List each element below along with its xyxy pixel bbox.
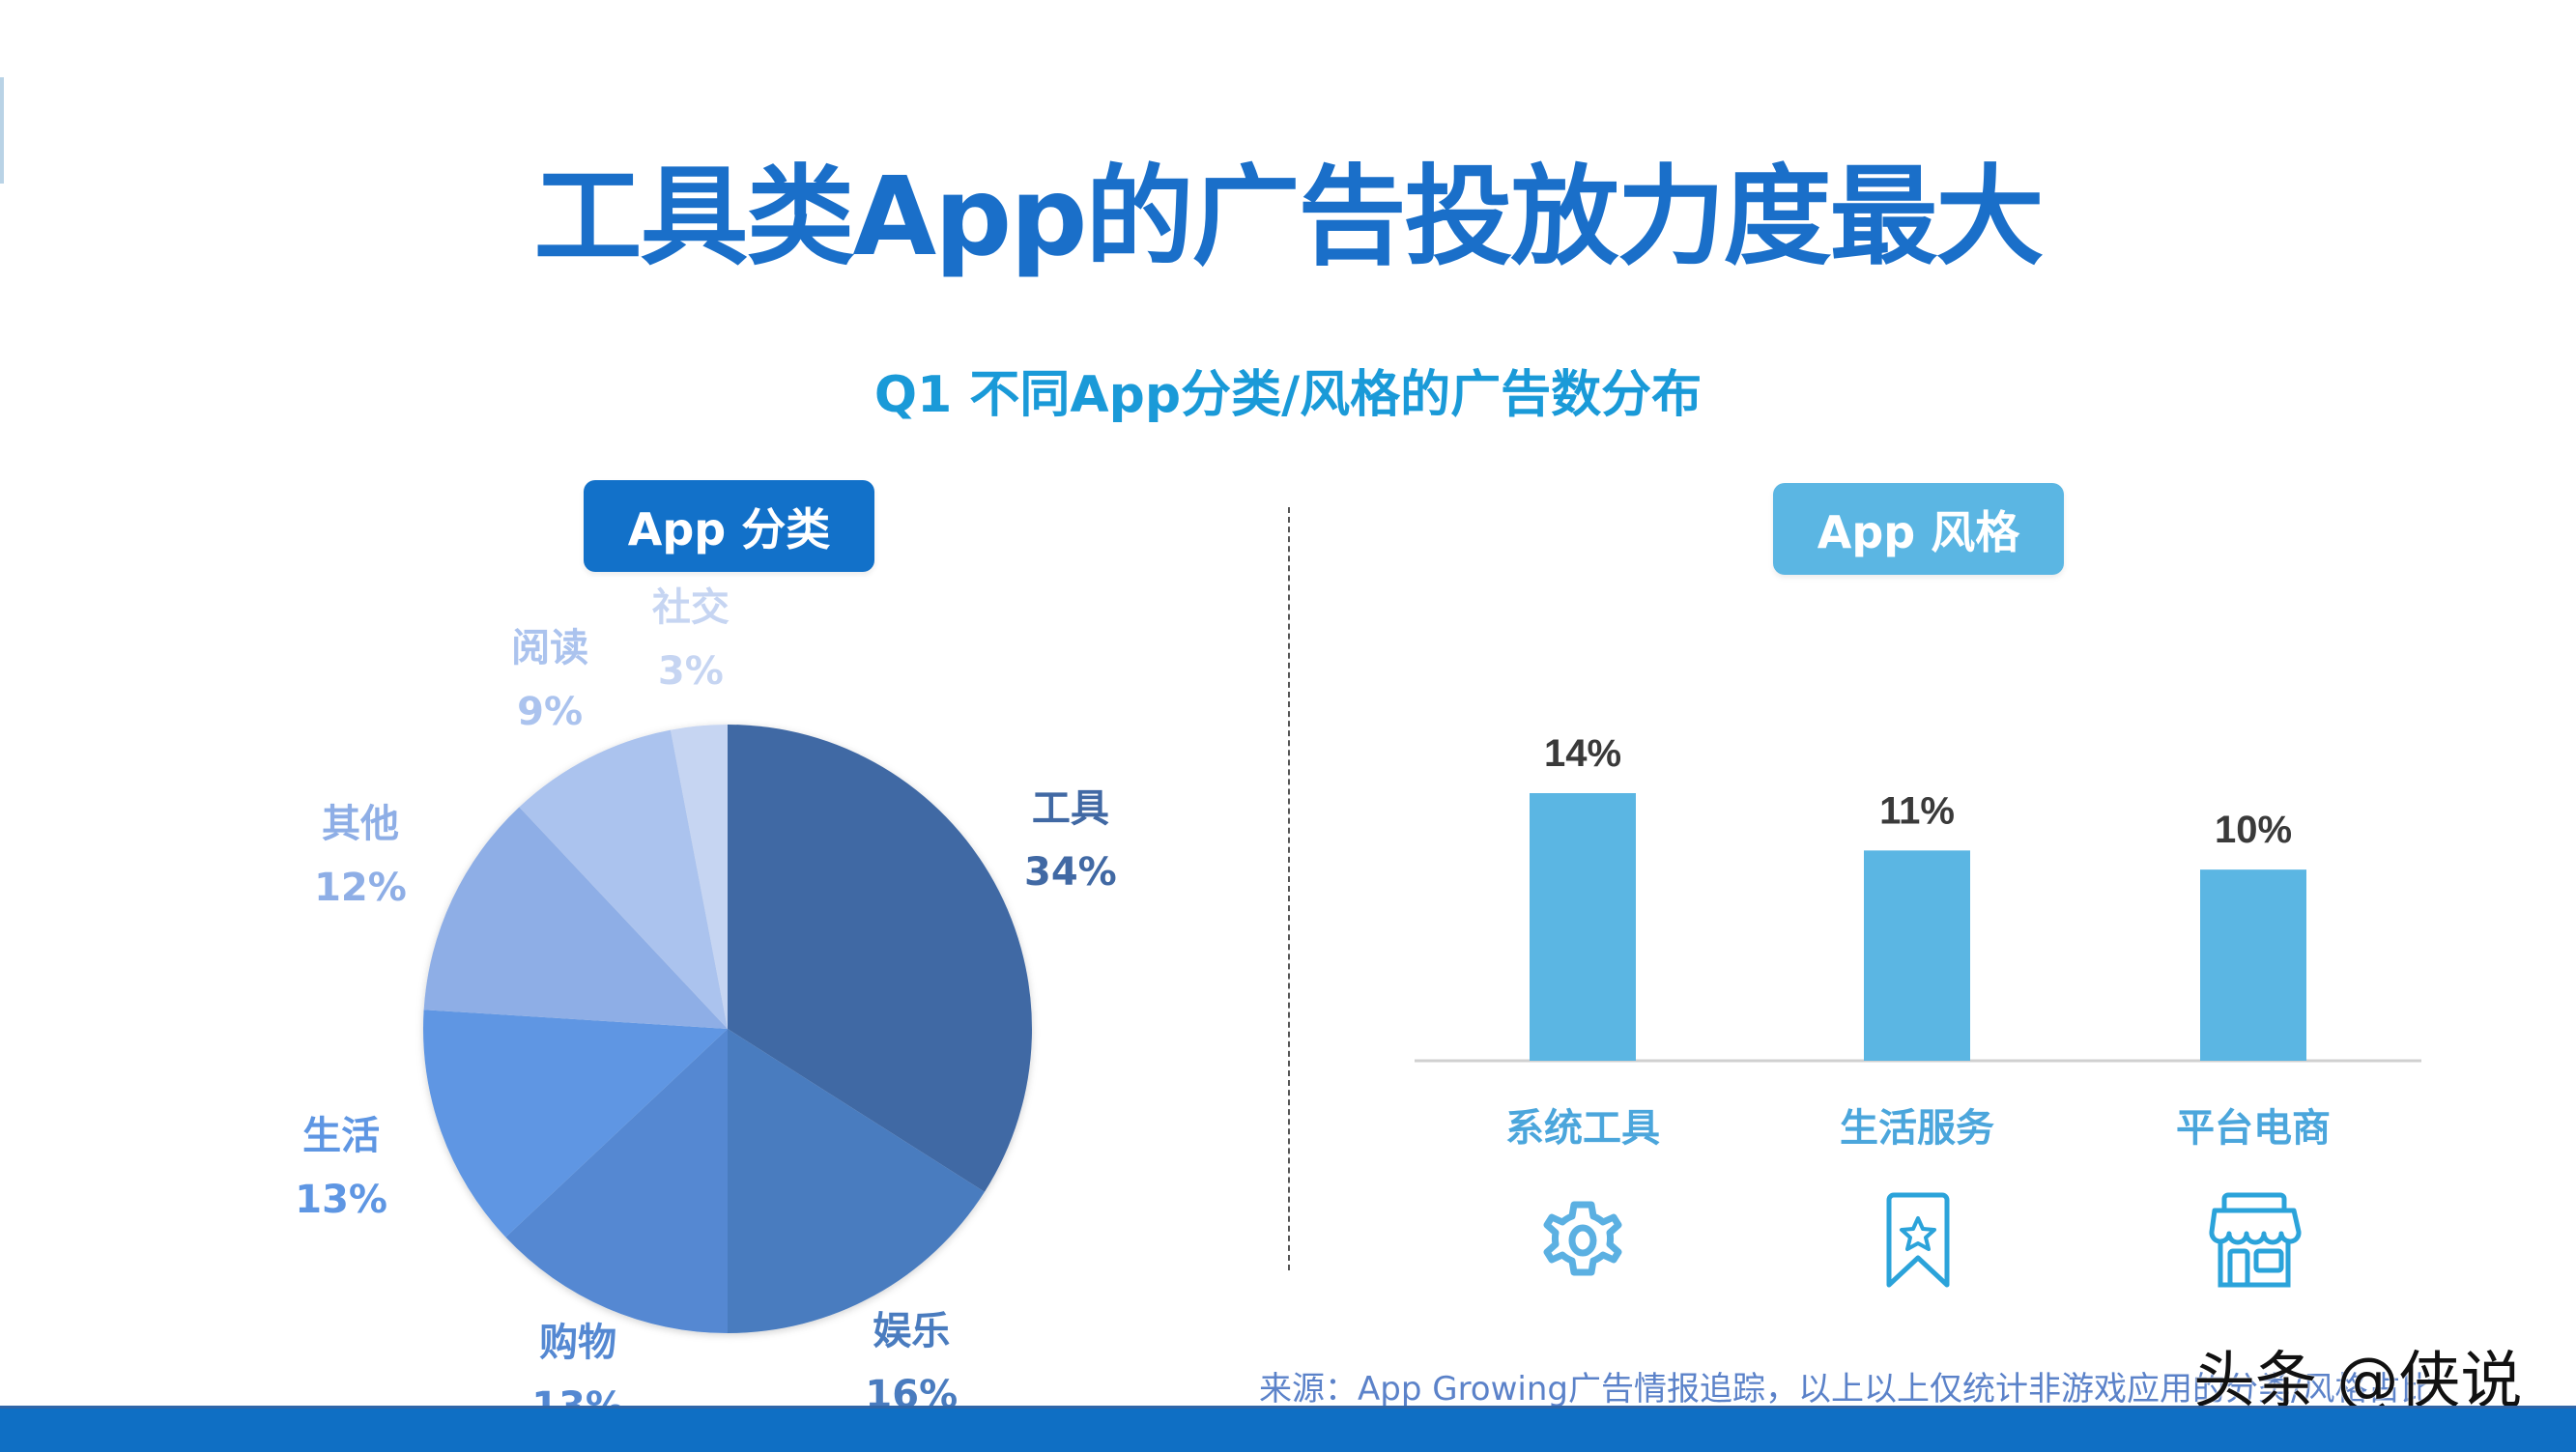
category-pie-chart [423,725,1032,1333]
bar-category-label: 生活服务 [1840,1106,1994,1151]
pie-label-category: 阅读 [511,626,589,671]
footer-band [0,1406,2576,1452]
pie-label-value: 9% [517,690,584,735]
pie-label: 其他 12% [283,792,438,920]
pie-label-category: 其他 [321,802,399,847]
storefront-icon [2209,1192,2302,1288]
bar-category-label: 系统工具 [1505,1106,1660,1151]
pie-label: 工具 34% [993,777,1148,904]
bookmark-star-icon [1886,1192,1950,1288]
pie-label: 生活 13% [264,1104,418,1232]
bar-3 [2200,869,2306,1061]
pie-label-category: 生活 [302,1113,381,1158]
pie-label-category: 娱乐 [873,1309,951,1354]
pie-label-category: 社交 [651,584,730,630]
style-bar-chart: 14% 11% 10% [1415,732,2421,1063]
bar-2 [1864,850,1970,1061]
bar-category-label: 平台电商 [2176,1106,2331,1151]
pie-label-category: 购物 [539,1320,617,1365]
pie-label-category: 工具 [1031,785,1109,831]
pie-label: 阅读 9% [472,616,627,744]
bar-1 [1530,793,1636,1061]
pie-label-value: 34% [1024,849,1117,895]
pie-label-value: 3% [657,648,724,694]
pie-label-value: 13% [295,1177,387,1222]
bar-value-label: 14% [1544,732,1621,775]
app-style-heading: App 风格 [1773,483,2064,575]
pie-label: 社交 3% [614,576,768,703]
dashed-divider [1288,507,1290,1270]
bar-value-label: 11% [1879,789,1955,832]
gear-icon [1543,1201,1622,1276]
page-title: 工具类App的广告投放力度最大 [533,155,2044,280]
bar-value-label: 10% [2215,809,2292,851]
pie-label-value: 12% [314,866,407,911]
chart-subtitle: Q1 不同App分类/风格的广告数分布 [873,366,1703,424]
app-category-heading: App 分类 [584,480,874,572]
